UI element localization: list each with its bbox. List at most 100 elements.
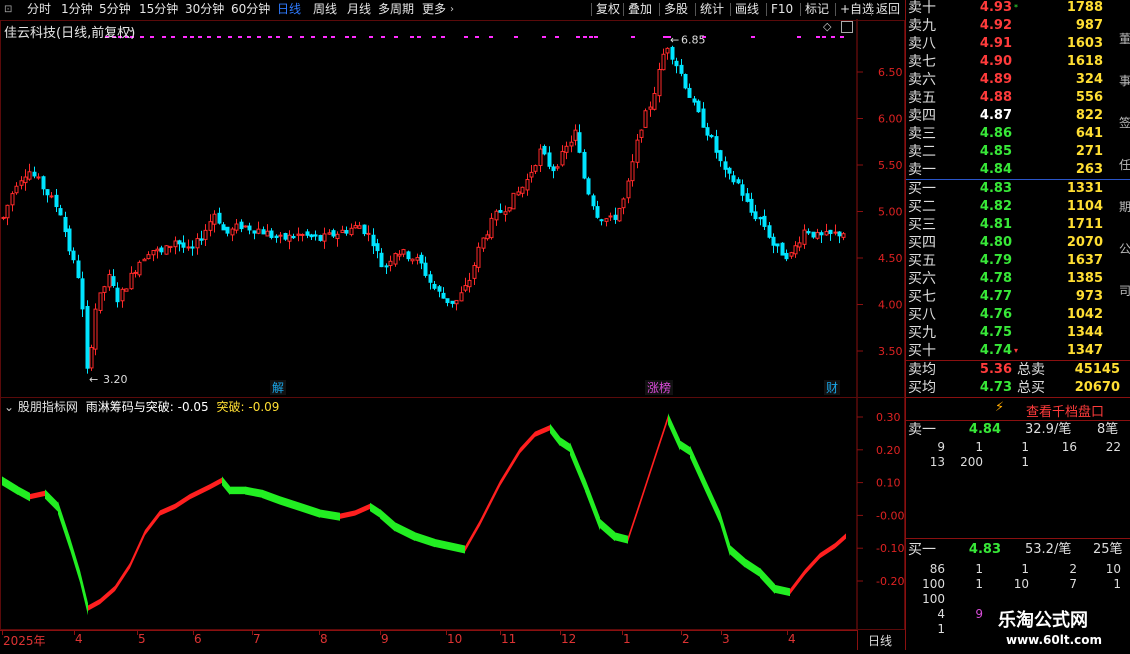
toolbar-separator	[730, 3, 731, 16]
tool-button-7[interactable]: +自选	[840, 1, 874, 18]
candle	[507, 207, 512, 212]
period-tab-0[interactable]: 分时	[27, 1, 51, 18]
candle	[384, 265, 389, 268]
order-book-panel: 卖十 4.93 * 1788 卖九 4.92 987 卖八 4.91 1603 卖七 4.90 1618…	[905, 0, 1130, 650]
tool-button-3[interactable]: 统计	[700, 1, 724, 18]
period-tab-6[interactable]: 日线	[277, 1, 301, 18]
chart-settings-icon[interactable]: ⌄	[126, 21, 136, 35]
tool-button-5[interactable]: F10	[771, 1, 793, 18]
candle	[595, 206, 600, 218]
bid-volume: 1347	[1066, 343, 1103, 358]
candle	[450, 300, 455, 304]
candle	[819, 232, 824, 236]
event-badge-label[interactable]: 财	[826, 381, 838, 395]
bid-row: 买六 4.78 1385	[905, 270, 1125, 288]
avg-sell-label: 卖均	[908, 362, 936, 378]
candle	[617, 207, 622, 222]
bid-label: 买三	[908, 217, 936, 233]
ask-price: 4.89	[979, 72, 1012, 87]
date-label: 9	[381, 632, 389, 646]
price-tick: 6.00	[878, 113, 903, 126]
chart-diamond-icon[interactable]: ◇	[823, 20, 831, 33]
candle	[648, 106, 653, 110]
indicator-toggle-icon[interactable]: ⌄	[4, 400, 14, 414]
period-tab-4[interactable]: 30分钟	[185, 1, 224, 18]
candle	[221, 224, 226, 231]
tool-button-6[interactable]: 标记	[805, 1, 829, 18]
candle	[230, 228, 235, 236]
tool-button-8[interactable]: 返回	[876, 1, 900, 18]
candle	[63, 216, 68, 233]
date-label: 6	[194, 632, 202, 646]
total-sell-label: 总卖	[1017, 362, 1045, 378]
period-tab-5[interactable]: 60分钟	[231, 1, 270, 18]
candle	[714, 136, 719, 153]
candle	[511, 192, 516, 210]
bid-volume: 1637	[1066, 253, 1103, 268]
order-qty: 1	[975, 440, 983, 454]
period-tab-10[interactable]: 更多	[422, 1, 446, 18]
candle	[19, 180, 24, 186]
tool-button-4[interactable]: 画线	[735, 1, 759, 18]
tool-button-0[interactable]: 复权	[596, 1, 620, 18]
candle	[476, 246, 481, 268]
bid-volume: 1344	[1066, 325, 1103, 340]
price-tick: 4.50	[878, 252, 903, 265]
candle	[247, 225, 252, 231]
bid1-header: 买一 4.83 53.2/笔 25笔	[905, 541, 1125, 559]
candle	[472, 265, 477, 279]
candle	[643, 110, 648, 128]
ask-label: 卖二	[908, 144, 936, 160]
candle	[604, 218, 609, 222]
tool-button-2[interactable]: 多股	[664, 1, 688, 18]
order-qty: 200	[960, 455, 983, 469]
order-qty: 1	[975, 577, 983, 591]
order-qty: 13	[929, 455, 945, 469]
period-tab-9[interactable]: 多周期	[378, 1, 414, 18]
toolbar-separator	[695, 3, 696, 16]
order-qty: 7	[1069, 577, 1077, 591]
candle	[168, 245, 173, 248]
ask-volume: 641	[1075, 126, 1103, 141]
price-tick: 5.00	[878, 206, 903, 219]
indicator-value: : -0.05	[169, 400, 209, 414]
candle	[208, 221, 213, 231]
chart-panel-icon[interactable]	[841, 21, 853, 33]
ask-row: 卖八 4.91 1603	[905, 35, 1125, 53]
candle	[379, 252, 384, 268]
candle	[173, 240, 178, 248]
date-axis: 2025年 4 5 6 7 8 9 10 11 12 1 2 3 4 日线	[0, 630, 905, 650]
date-label: 11	[501, 632, 517, 646]
date-label: 10	[447, 632, 463, 646]
total-sell-value: 45145	[1074, 362, 1120, 377]
indicator-chart[interactable]: 0.30 0.20 0.10 -0.00 -0.10 -0.20	[0, 397, 905, 630]
period-tab-1[interactable]: 1分钟	[61, 1, 93, 18]
candle	[133, 271, 138, 274]
toolbar-menu-icon[interactable]: ⊡	[4, 1, 12, 18]
period-tab-8[interactable]: 月线	[347, 1, 371, 18]
candle	[661, 53, 666, 71]
tool-button-1[interactable]: 叠加	[628, 1, 652, 18]
event-badge-label[interactable]: 涨榜	[647, 380, 671, 395]
date-period-label[interactable]: 日线	[868, 632, 892, 649]
period-tab-3[interactable]: 15分钟	[139, 1, 178, 18]
ask-price: 4.90	[979, 54, 1012, 69]
bid-price: 4.74	[979, 343, 1012, 358]
candle	[775, 243, 780, 247]
bid-price: 4.75	[979, 325, 1012, 340]
candle	[569, 141, 574, 147]
more-arrow-icon[interactable]: ›	[450, 1, 454, 18]
candle	[793, 245, 798, 255]
price-tick: 3.50	[878, 345, 903, 358]
indicator-name: 雨淋筹码与突破	[85, 400, 170, 414]
ask-row: 卖三 4.86 641	[905, 125, 1125, 143]
candle	[357, 225, 362, 229]
period-tab-2[interactable]: 5分钟	[99, 1, 131, 18]
view-depth-link[interactable]: 查看千档盘口	[1026, 401, 1104, 420]
candle	[36, 176, 41, 179]
period-tab-7[interactable]: 周线	[313, 1, 337, 18]
candle	[186, 246, 191, 249]
bid1-order-row: 100 1 10 7 1	[905, 577, 1125, 592]
event-badge-label[interactable]: 解	[272, 381, 284, 395]
kline-chart[interactable]: 6.506.005.505.004.504.003.50← 6.85← 3.20解涨…	[0, 19, 905, 417]
